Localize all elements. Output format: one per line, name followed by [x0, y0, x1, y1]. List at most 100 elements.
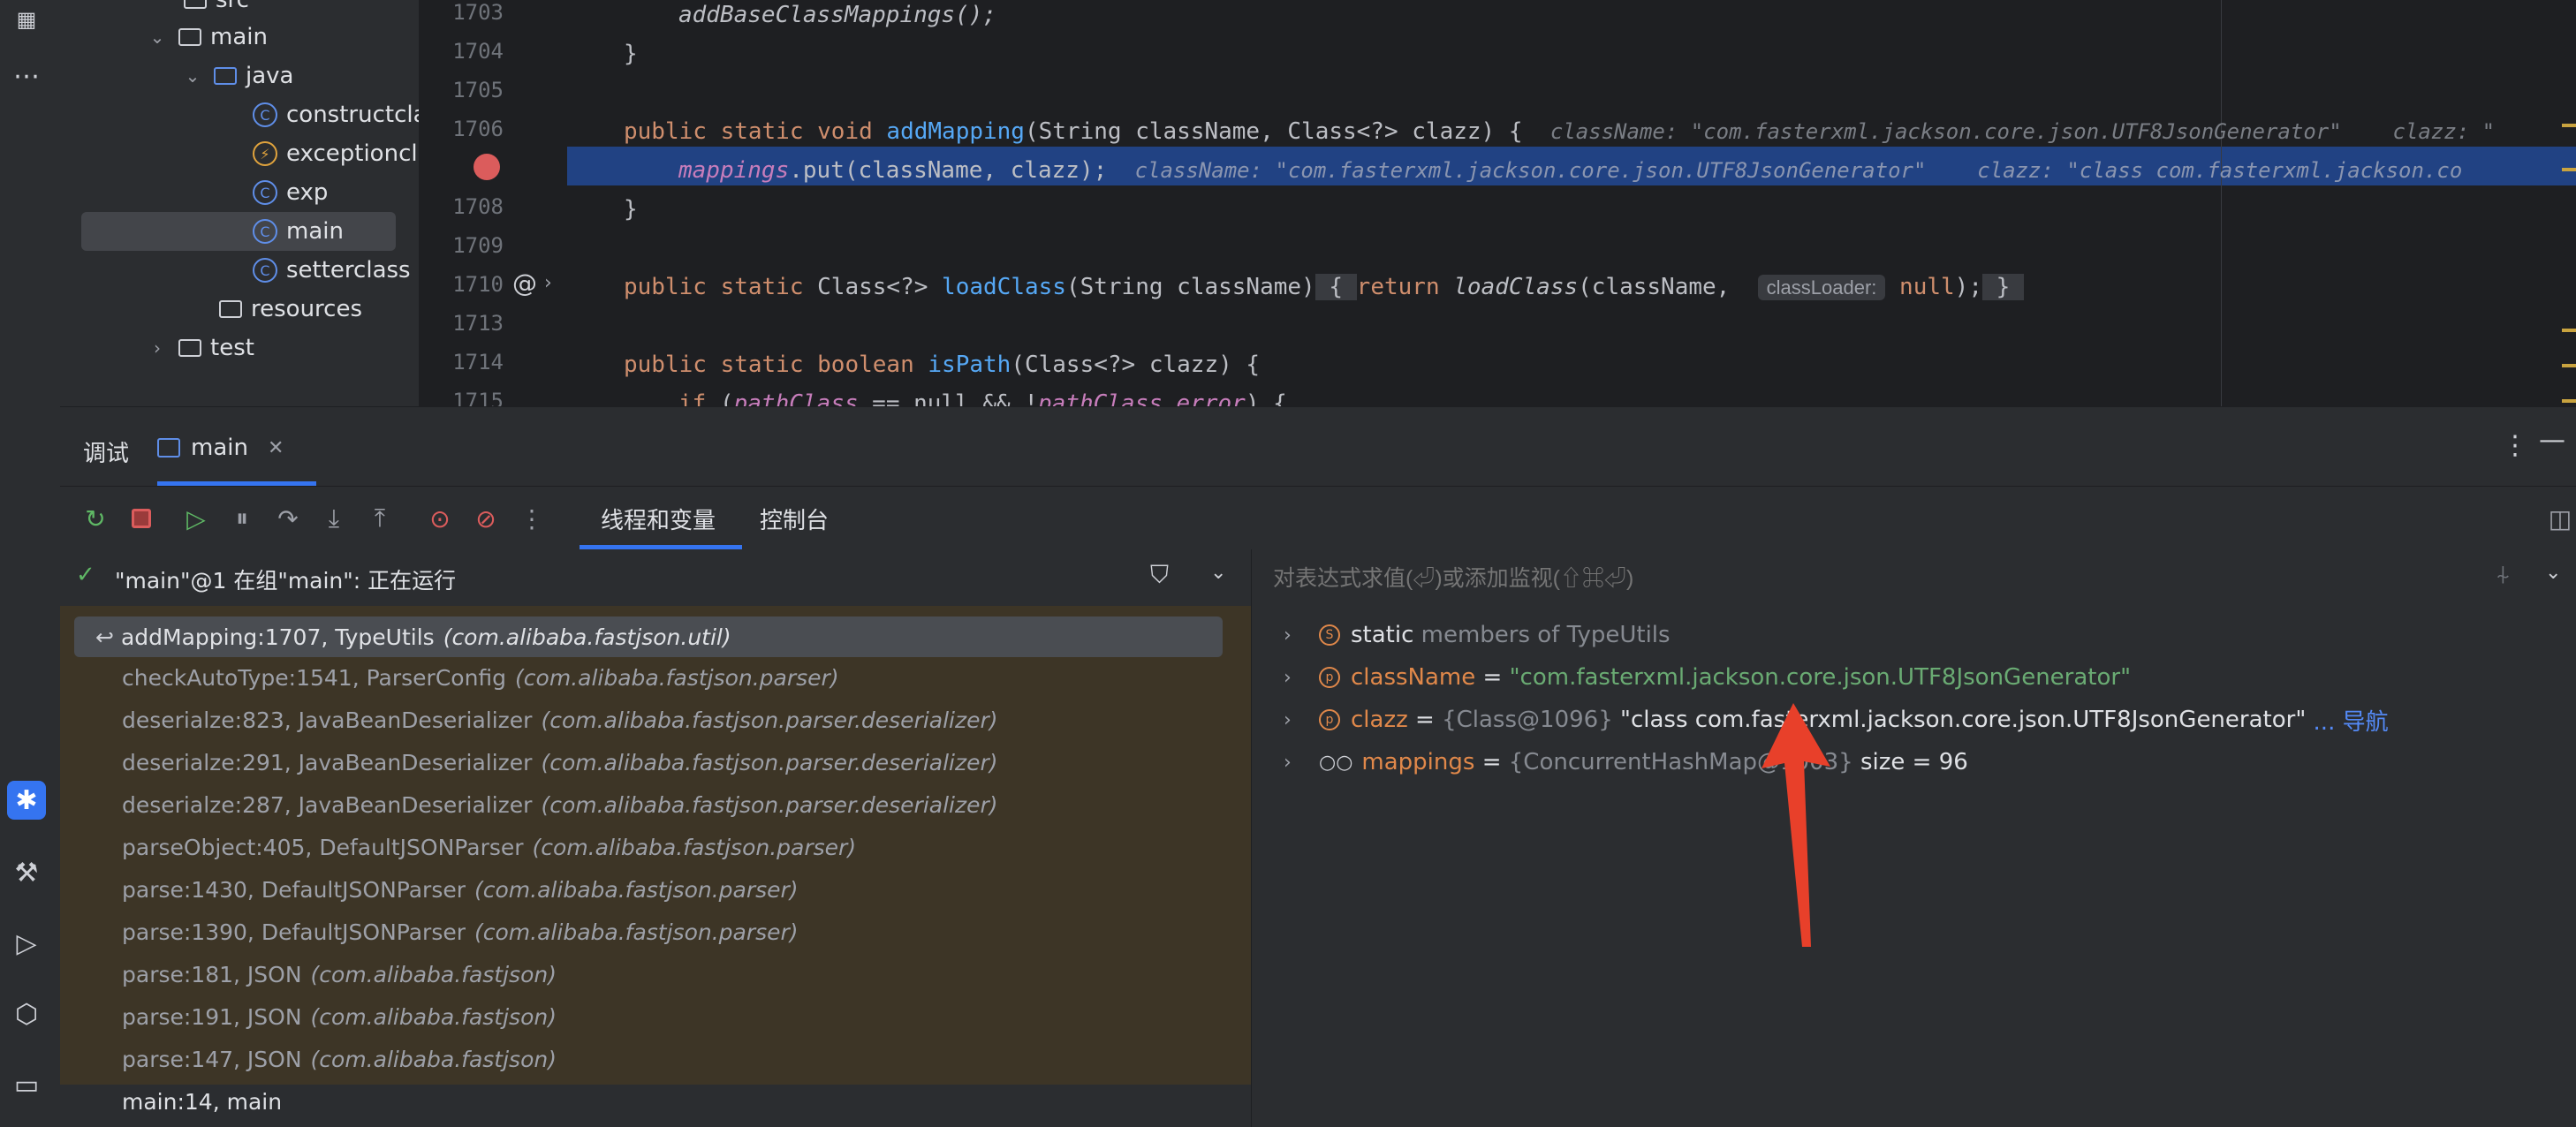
frame-row[interactable]: deserialze:287, JavaBeanDeserializer (com…: [122, 784, 998, 825]
frame-row[interactable]: parse:181, JSON (com.alibaba.fastjson): [122, 954, 557, 995]
chevron-right-icon[interactable]: ›: [1284, 667, 1301, 689]
code-line-1706: public static void addMapping(String cla…: [624, 118, 2496, 145]
thread-status: "main"@1 在组"main": 正在运行: [115, 568, 457, 594]
tree-item-java-folder[interactable]: ⌄ java: [184, 57, 294, 95]
filter-icon[interactable]: ⛉: [1150, 560, 1169, 590]
session-icon: [157, 438, 180, 458]
tree-item-src[interactable]: src: [184, 0, 249, 19]
scroll-marker[interactable]: [2562, 399, 2576, 403]
line-number: 1710: [452, 272, 504, 297]
variable-row-static[interactable]: › S static members of TypeUtils: [1284, 615, 1671, 655]
tree-item-constructclass[interactable]: C constructcla: [253, 95, 428, 134]
variable-row-classname[interactable]: › p className = "com.fasterxml.jackson.c…: [1284, 657, 2131, 698]
inline-value-hint: className: "com.fasterxml.jackson.core.j…: [1549, 119, 2496, 144]
code-line-1704: }: [624, 41, 638, 67]
exception-class-icon: ⚡: [253, 141, 277, 166]
view-breakpoints-icon[interactable]: ⊙: [424, 503, 456, 534]
breakpoint-icon[interactable]: [474, 154, 500, 180]
tab-console[interactable]: 控制台: [760, 503, 829, 535]
frame-row[interactable]: parse:1430, DefaultJSONParser (com.alibab…: [122, 869, 799, 910]
chevron-right-icon[interactable]: ›: [1284, 709, 1301, 731]
line-number: 1705: [452, 78, 504, 102]
resources-folder-icon: [219, 300, 242, 318]
frame-row[interactable]: checkAutoType:1541, ParserConfig (com.ali…: [122, 657, 839, 698]
variable-row-mappings[interactable]: › ○○ mappings = {ConcurrentHashMap@1003}…: [1284, 742, 1968, 783]
tree-item-exp[interactable]: C exp: [253, 173, 328, 212]
fold-chevron-icon[interactable]: ›: [544, 272, 552, 294]
scroll-marker[interactable]: [2562, 124, 2576, 127]
thread-selector[interactable]: ✓ "main"@1 在组"main": 正在运行 ⛉ ⌄: [60, 549, 1251, 607]
frame-row[interactable]: parse:191, JSON (com.alibaba.fastjson): [122, 996, 557, 1037]
resume-icon[interactable]: ▷: [180, 503, 212, 534]
tree-item-setterclass[interactable]: C setterclass: [253, 251, 411, 290]
chevron-down-icon[interactable]: ⌄: [1210, 562, 1226, 584]
chevron-down-icon[interactable]: ⌄: [2545, 562, 2561, 584]
code-line-1707: mappings.put(className, clazz); classNam…: [678, 157, 2463, 184]
session-tab-main[interactable]: main ✕: [157, 430, 284, 465]
activity-bar: ▦ ⋯ ✱ ⚒ ▷ ⬡ ▭: [0, 0, 61, 1127]
structure-icon[interactable]: ▦: [7, 0, 46, 39]
build-icon[interactable]: ⚒: [7, 853, 46, 892]
line-number: 1706: [452, 117, 504, 141]
scroll-marker[interactable]: [2562, 168, 2576, 171]
frame-row[interactable]: deserialze:823, JavaBeanDeserializer (com…: [122, 700, 998, 740]
source-folder-icon: [214, 67, 237, 85]
stop-button[interactable]: [125, 503, 157, 534]
line-number: 1703: [452, 0, 504, 25]
step-into-icon[interactable]: ⤓: [318, 503, 350, 534]
terminal-icon[interactable]: ▭: [7, 1065, 46, 1104]
chevron-right-icon[interactable]: ›: [1284, 624, 1301, 647]
chevron-down-icon[interactable]: ⌄: [184, 65, 201, 87]
add-watch-icon[interactable]: ⍭: [2496, 560, 2511, 590]
evaluate-expression-bar: ⍭ ⌄: [1251, 549, 2576, 607]
tree-item-exceptionclass[interactable]: ⚡ exceptioncla: [253, 134, 432, 173]
scroll-marker[interactable]: [2562, 364, 2576, 367]
minimize-icon[interactable]: —: [2539, 425, 2565, 456]
line-number: 1709: [452, 233, 504, 258]
frame-row[interactable]: main:14, main: [122, 1081, 282, 1122]
tree-item-main-class[interactable]: C main: [81, 212, 396, 251]
tree-item-test[interactable]: › test: [148, 329, 254, 367]
frame-row[interactable]: parse:147, JSON (com.alibaba.fastjson): [122, 1039, 557, 1079]
run-icon[interactable]: ▷: [7, 924, 46, 963]
services-icon[interactable]: ⬡: [7, 995, 46, 1033]
pause-icon[interactable]: ⏸: [226, 503, 258, 534]
debug-toolbar: ↻ ▷ ⏸ ↷ ⤓ ⤒ ⊙ ⊘ ⋮ 线程和变量 控制台 ◫: [60, 486, 2576, 551]
code-editor[interactable]: addBaseClassMappings(); } public static …: [567, 0, 2576, 406]
watch-glasses-icon: ○○: [1319, 751, 1353, 774]
line-number: 1713: [452, 311, 504, 336]
code-line-1714: public static boolean isPath(Class<?> cl…: [624, 352, 1261, 378]
mute-breakpoints-icon[interactable]: ⊘: [470, 503, 502, 534]
more-actions-icon[interactable]: ⋮: [516, 503, 548, 534]
scroll-marker[interactable]: [2562, 329, 2576, 332]
folder-icon: [178, 28, 201, 46]
folder-icon: [178, 339, 201, 357]
close-icon[interactable]: ✕: [268, 437, 284, 459]
layout-icon[interactable]: ◫: [2544, 503, 2576, 534]
frame-row[interactable]: parse:1390, DefaultJSONParser (com.alibab…: [122, 911, 799, 952]
tab-threads-variables[interactable]: 线程和变量: [601, 503, 716, 535]
tree-item-resources[interactable]: resources: [219, 290, 362, 329]
step-over-icon[interactable]: ↷: [272, 503, 304, 534]
check-icon: ✓: [76, 562, 95, 588]
rerun-icon[interactable]: ↻: [80, 503, 111, 534]
evaluate-expression-input[interactable]: [1271, 558, 2459, 599]
navigate-link[interactable]: ... 导航: [2314, 704, 2389, 737]
tree-item-main-folder[interactable]: ⌄ main: [148, 18, 268, 57]
inline-value-hint: className: "com.fasterxml.jackson.core.j…: [1134, 158, 2463, 183]
annotation-arrow: [1762, 703, 1830, 947]
chevron-down-icon[interactable]: ⌄: [148, 26, 166, 48]
chevron-right-icon[interactable]: ›: [148, 337, 166, 359]
code-line-1710: public static Class<?> loadClass(String …: [624, 274, 2024, 300]
frame-row[interactable]: ↩ addMapping:1707, TypeUtils (com.alibaba.…: [74, 616, 1223, 657]
chevron-right-icon[interactable]: ›: [1284, 752, 1301, 774]
editor-gutter: 1703 1704 1705 1706 1708 1709 1710 @ › 1…: [419, 0, 567, 413]
debug-icon[interactable]: ✱: [7, 781, 46, 820]
class-icon: C: [253, 219, 277, 244]
frame-row[interactable]: deserialze:291, JavaBeanDeserializer (com…: [122, 742, 998, 783]
frame-row[interactable]: parseObject:405, DefaultJSONParser (com.a…: [122, 827, 856, 867]
options-icon[interactable]: ⋮: [2502, 430, 2528, 461]
more-icon[interactable]: ⋯: [7, 57, 46, 95]
annotation-at-icon[interactable]: @: [512, 269, 537, 298]
step-out-icon[interactable]: ⤒: [364, 503, 396, 534]
